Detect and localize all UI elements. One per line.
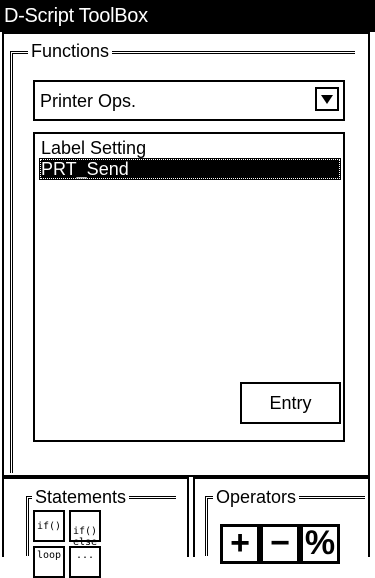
category-dropdown-value: Printer Ops. [40,91,137,111]
toolbox-panel: Functions Printer Ops. Label Setting PRT… [0,32,375,578]
loop-statement-button[interactable]: loop [33,546,65,578]
if-else-statement-label: if() else [72,526,98,548]
plus-operator-button[interactable]: + [220,524,260,564]
list-item-prt-send[interactable]: PRT_Send [39,158,341,180]
title-bar: D-Script ToolBox [0,0,375,32]
function-list[interactable]: Label Setting PRT_Send Entry [33,132,345,442]
statement-button-4[interactable]: ... [69,546,101,578]
operators-group-label: Operators [213,487,300,507]
window-title: D-Script ToolBox [4,5,148,27]
if-else-statement-button[interactable]: if() else [69,510,101,548]
category-dropdown[interactable]: Printer Ops. [33,80,345,121]
functions-group-label: Functions [28,41,113,61]
minus-operator-button[interactable]: − [260,524,300,564]
if-statement-button[interactable]: if() [33,510,65,542]
statement-button-4-label: ... [75,550,95,561]
dropdown-arrow-button[interactable] [315,87,339,111]
chevron-down-icon [321,95,333,104]
if-statement-label: if() [36,521,62,532]
entry-button[interactable]: Entry [240,382,341,424]
statements-group-label: Statements [32,487,130,507]
loop-statement-label: loop [36,550,62,561]
percent-operator-button[interactable]: % [300,524,340,564]
list-item-label-setting[interactable]: Label Setting [39,137,341,159]
